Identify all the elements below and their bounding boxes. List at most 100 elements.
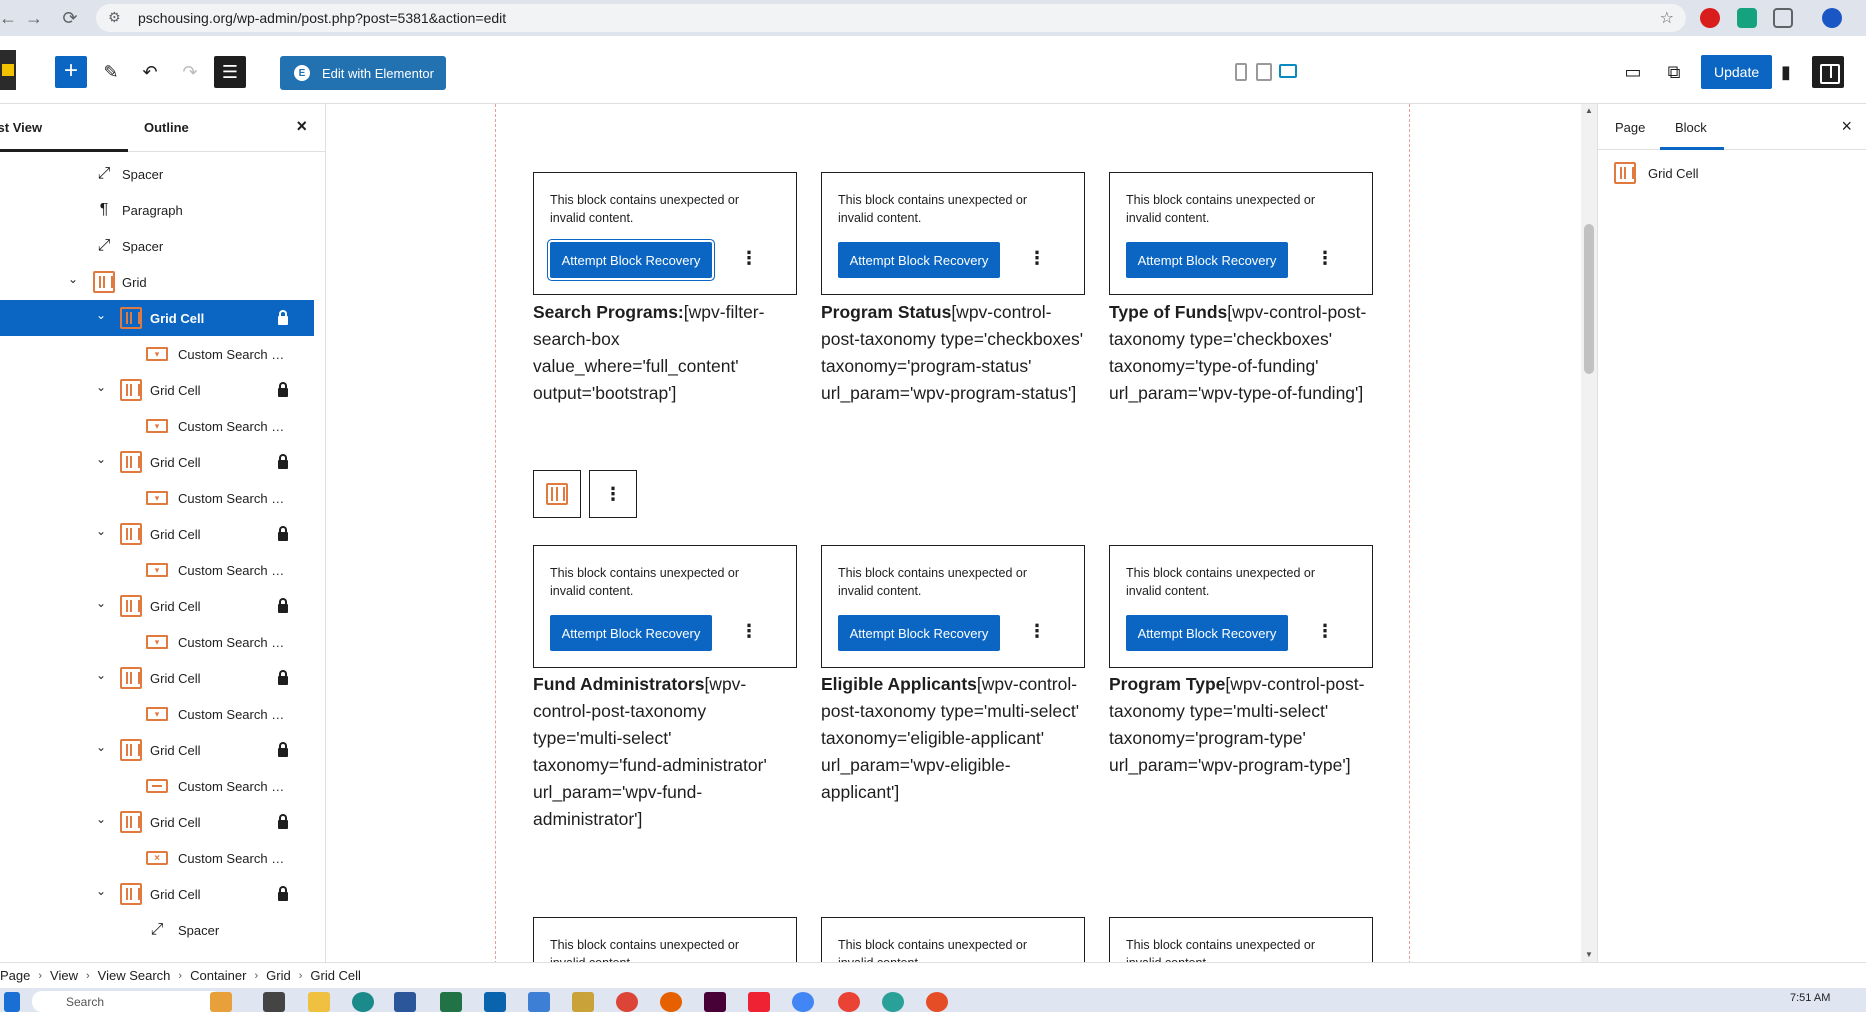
chrome-icon[interactable] xyxy=(616,992,638,1012)
chevron-down-icon[interactable]: ⌄ xyxy=(94,596,108,610)
word-icon[interactable] xyxy=(394,992,416,1012)
site-logo-icon[interactable] xyxy=(0,50,16,90)
list-view-item[interactable]: ⌄ Grid Cell xyxy=(0,660,314,696)
profile-avatar-icon[interactable] xyxy=(1822,8,1842,28)
tab-outline[interactable]: Outline xyxy=(144,120,189,135)
attempt-block-recovery-button[interactable]: Attempt Block Recovery xyxy=(1126,242,1288,278)
list-view-item[interactable]: ⌄ Grid xyxy=(0,264,314,300)
chrome-profile-icon[interactable] xyxy=(838,992,860,1012)
list-view-item[interactable]: × Custom Search Res... xyxy=(0,840,314,876)
chevron-down-icon[interactable]: ⌄ xyxy=(94,812,108,826)
redo-icon[interactable]: ↷ xyxy=(174,56,206,88)
breadcrumb-item[interactable]: View Search xyxy=(98,968,171,983)
taskbar-app-icon[interactable] xyxy=(263,992,285,1012)
list-view-toggle-icon[interactable]: ☰ xyxy=(214,56,246,88)
list-view-item[interactable]: ▾ Custom Search Filter xyxy=(0,696,314,732)
pencil-tools-icon[interactable]: ✎ xyxy=(95,56,127,88)
grammar-extension-icon[interactable] xyxy=(1737,8,1757,28)
shortcode-text[interactable]: Program Type[wpv-control-post-taxonomy t… xyxy=(1109,671,1373,779)
shortcode-text[interactable]: Search Programs:[wpv-filter-search-box v… xyxy=(533,299,797,407)
list-view-item[interactable]: ▾ Custom Search Filter xyxy=(0,408,314,444)
list-view-item[interactable]: ⌄ Grid Cell xyxy=(0,444,314,480)
view-laptop-icon[interactable]: ▭ xyxy=(1617,56,1649,88)
desktop-preview-icon[interactable] xyxy=(1279,64,1297,78)
chevron-down-icon[interactable]: ⌄ xyxy=(94,380,108,394)
canvas-scrollbar[interactable]: ▲ ▼ xyxy=(1581,104,1597,964)
tablet-preview-icon[interactable] xyxy=(1256,63,1272,81)
address-bar[interactable]: ⚙ pschousing.org/wp-admin/post.php?post=… xyxy=(96,4,1686,32)
list-view-item[interactable]: ⌄ Grid Cell xyxy=(0,300,314,336)
shortcode-text[interactable]: Eligible Applicants[wpv-control-post-tax… xyxy=(821,671,1085,806)
notepad-icon[interactable] xyxy=(528,992,550,1012)
breadcrumb-item[interactable]: Page xyxy=(0,968,30,983)
attempt-block-recovery-button[interactable]: Attempt Block Recovery xyxy=(550,615,712,651)
list-view-item[interactable]: ⌄ Grid Cell xyxy=(0,516,314,552)
list-view-item[interactable]: ⌄ Grid Cell xyxy=(0,732,314,768)
windows-start-icon[interactable] xyxy=(4,992,20,1012)
chevron-down-icon[interactable]: ⌄ xyxy=(94,524,108,538)
list-view-item[interactable]: ⌄ Grid Cell xyxy=(0,588,314,624)
scrollbar-thumb[interactable] xyxy=(1584,224,1594,374)
site-info-icon[interactable]: ⚙ xyxy=(108,9,126,27)
view-post-external-icon[interactable]: ⧉ xyxy=(1658,56,1690,88)
scroll-up-icon[interactable]: ▲ xyxy=(1585,106,1593,115)
more-options-icon[interactable]: ⋮ xyxy=(740,622,758,640)
settings-sidebar-toggle-icon[interactable] xyxy=(1812,56,1844,88)
list-view-item[interactable]: Custom Search Su... xyxy=(0,768,314,804)
excel-icon[interactable] xyxy=(440,992,462,1012)
list-view-item[interactable]: ¶ Paragraph xyxy=(0,192,314,228)
chevron-down-icon[interactable]: ⌄ xyxy=(94,668,108,682)
taskbar-app-icon[interactable] xyxy=(926,992,948,1012)
scroll-down-icon[interactable]: ▼ xyxy=(1585,950,1593,959)
update-button[interactable]: Update xyxy=(1701,55,1773,89)
close-icon[interactable]: × xyxy=(296,116,307,137)
chevron-down-icon[interactable]: ⌄ xyxy=(66,272,80,286)
select-parent-grid-button[interactable] xyxy=(533,470,581,518)
tab-list-view[interactable]: List View xyxy=(0,120,42,135)
opera-extension-icon[interactable] xyxy=(1700,8,1720,28)
shortcode-text[interactable]: Program Status[wpv-control-post-taxonomy… xyxy=(821,299,1085,407)
list-view-item[interactable]: ⌄ Grid Cell xyxy=(0,876,314,912)
block-options-button[interactable]: ⋮ xyxy=(589,470,637,518)
list-view-item[interactable]: ▾ Custom Search Filter xyxy=(0,624,314,660)
breadcrumb-item[interactable]: Grid xyxy=(266,968,291,983)
chevron-down-icon[interactable]: ⌄ xyxy=(94,740,108,754)
extensions-puzzle-icon[interactable] xyxy=(1773,8,1793,28)
browser-menu-icon[interactable] xyxy=(1850,8,1856,28)
mobile-preview-icon[interactable] xyxy=(1235,63,1247,81)
breadcrumb-item[interactable]: View xyxy=(50,968,78,983)
more-options-icon[interactable]: ⋮ xyxy=(1316,622,1334,640)
breadcrumb-item[interactable]: Grid Cell xyxy=(310,968,361,983)
attempt-block-recovery-button[interactable]: Attempt Block Recovery xyxy=(838,615,1000,651)
edit-with-elementor-button[interactable]: E Edit with Elementor xyxy=(280,56,446,90)
breadcrumb-item[interactable]: Container xyxy=(190,968,246,983)
taskbar-app-icon[interactable] xyxy=(748,992,770,1012)
reload-icon[interactable]: ⟳ xyxy=(56,4,84,32)
taskbar-app-icon[interactable] xyxy=(210,992,232,1012)
chrome-profile-icon[interactable] xyxy=(792,992,814,1012)
tab-page[interactable]: Page xyxy=(1615,120,1645,135)
edge-browser-icon[interactable] xyxy=(352,992,374,1012)
close-icon[interactable]: × xyxy=(1841,116,1852,137)
file-explorer-icon[interactable] xyxy=(308,992,330,1012)
list-view-item[interactable]: ▾ Custom Search Filter xyxy=(0,552,314,588)
list-view-item[interactable]: ▾ Custom Search Filter xyxy=(0,336,314,372)
list-view-item[interactable]: ▾ Custom Search Filter xyxy=(0,480,314,516)
attempt-block-recovery-button[interactable]: Attempt Block Recovery xyxy=(1126,615,1288,651)
firefox-icon[interactable] xyxy=(660,992,682,1012)
list-view-item[interactable]: ⤢ Spacer xyxy=(0,228,314,264)
tab-block[interactable]: Block xyxy=(1675,120,1707,135)
more-options-icon[interactable]: ⋮ xyxy=(1316,249,1334,267)
chevron-down-icon[interactable]: ⌄ xyxy=(94,308,108,322)
forward-arrow-icon[interactable]: → xyxy=(20,4,48,32)
dreamweaver-icon[interactable] xyxy=(704,992,726,1012)
back-arrow-icon[interactable]: ← xyxy=(0,4,22,32)
bookmark-star-icon[interactable]: ☆ xyxy=(1660,8,1674,28)
list-view-item[interactable]: ⌄ Grid Cell xyxy=(0,372,314,408)
taskbar-search[interactable]: Search xyxy=(32,991,222,1012)
taskbar-app-icon[interactable] xyxy=(882,992,904,1012)
list-view-item[interactable]: ⤢ Spacer xyxy=(0,156,314,192)
chevron-down-icon[interactable]: ⌄ xyxy=(94,452,108,466)
more-options-icon[interactable]: ⋮ xyxy=(740,249,758,267)
more-options-icon[interactable]: ⋮ xyxy=(1028,622,1046,640)
